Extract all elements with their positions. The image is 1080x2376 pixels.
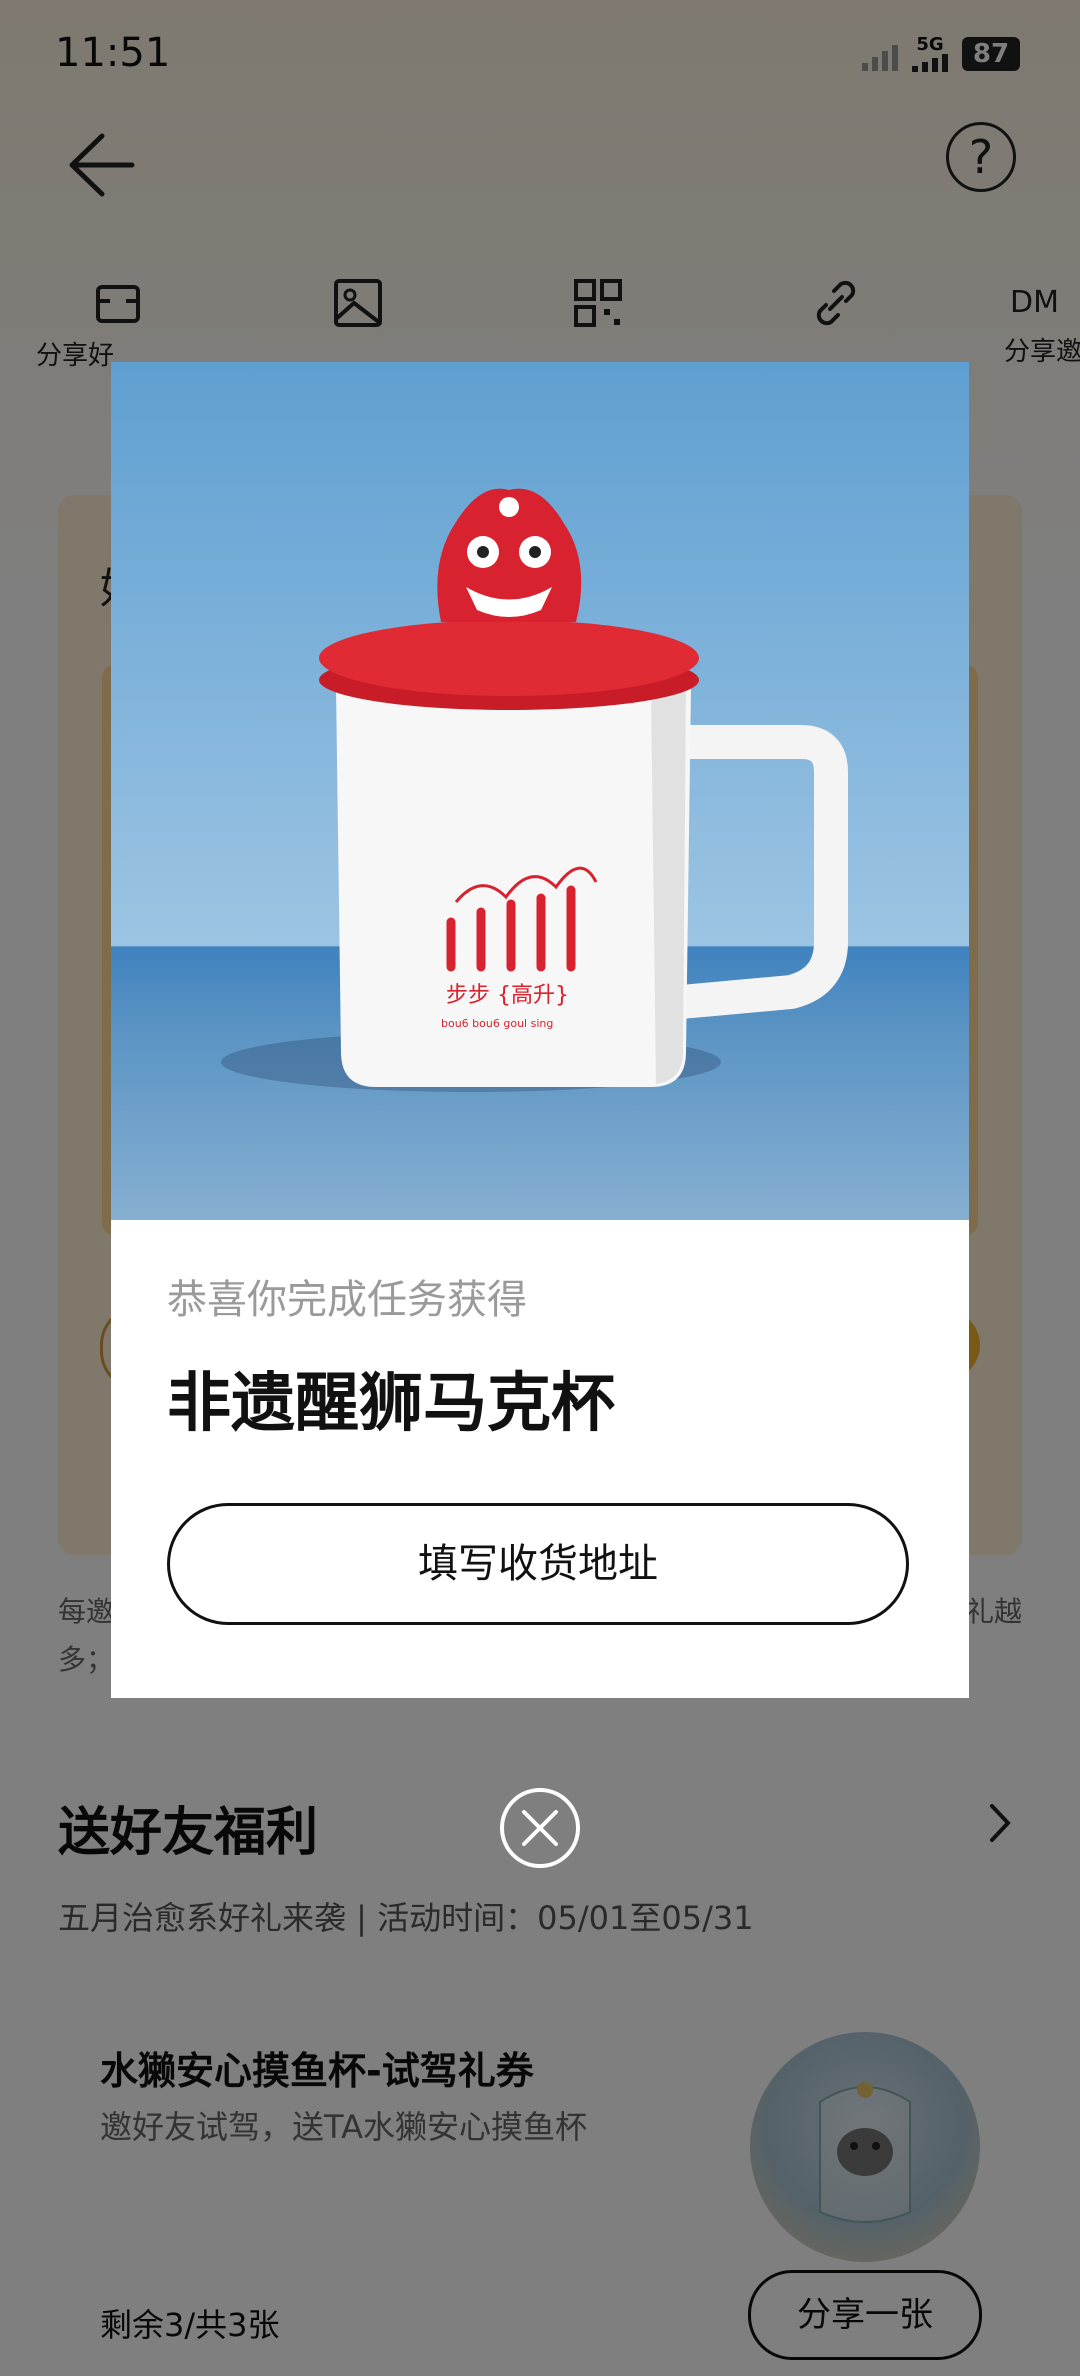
congrats-text: 恭喜你完成任务获得 [167,1277,527,1323]
reward-modal: 步步 {高升} bou6 bou6 goul sing 恭喜你完成任务获得 非遗… [111,362,969,1698]
fill-address-button[interactable]: 填写收货地址 [167,1503,909,1625]
close-icon [522,1810,558,1846]
prize-name: 非遗醒狮马克杯 [167,1367,615,1441]
mug-slogan-sub: bou6 bou6 goul sing [441,1017,553,1030]
prize-image: 步步 {高升} bou6 bou6 goul sing [111,362,969,1220]
close-modal-button[interactable] [500,1788,580,1868]
mug-slogan-text: 步步 {高升} [446,983,569,1008]
lion-mug-illustration: 步步 {高升} bou6 bou6 goul sing [221,488,848,1092]
